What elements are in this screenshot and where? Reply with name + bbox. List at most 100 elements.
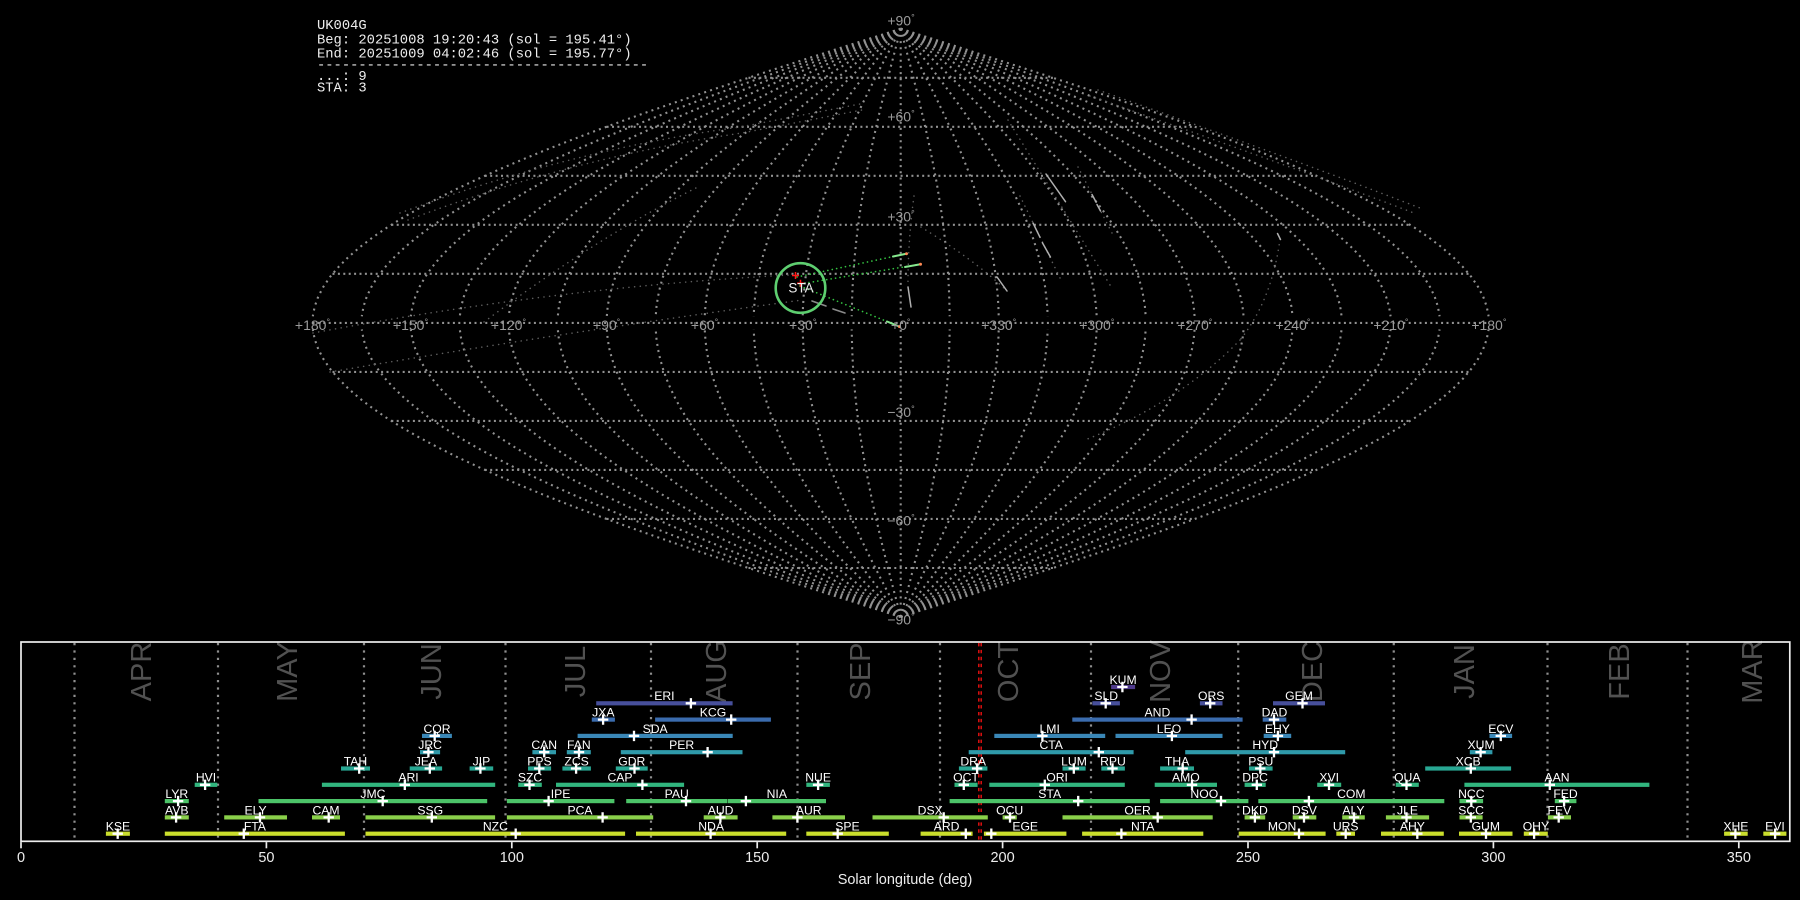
svg-text:AAN: AAN [1544, 771, 1569, 785]
svg-text:HVI: HVI [196, 771, 216, 785]
svg-text:NOO: NOO [1190, 787, 1218, 801]
svg-text:CAP: CAP [607, 771, 632, 785]
svg-text:+30°: +30° [887, 209, 915, 225]
svg-text:PER: PER [669, 738, 694, 752]
svg-text:FTA: FTA [244, 820, 267, 834]
svg-text:−60°: −60° [887, 513, 915, 529]
svg-text:+60°: +60° [691, 317, 719, 333]
svg-text:OER: OER [1124, 803, 1151, 817]
svg-text:SEP: SEP [845, 642, 877, 700]
svg-text:Beg: 20251008 19:20:43 (sol =: Beg: 20251008 19:20:43 (sol = 195.41°) [317, 32, 632, 48]
svg-text:DSV: DSV [1292, 803, 1318, 817]
svg-text:0: 0 [17, 850, 25, 866]
svg-text:FEV: FEV [1548, 803, 1573, 817]
svg-text:−90°: −90° [887, 612, 915, 628]
svg-text:SCC: SCC [1458, 803, 1484, 817]
svg-text:+270°: +270° [1177, 317, 1213, 333]
svg-text:ERI: ERI [654, 689, 674, 703]
svg-text:NUE: NUE [805, 771, 831, 785]
svg-text:MAY: MAY [272, 641, 304, 702]
svg-text:PCA: PCA [567, 803, 593, 817]
svg-text:JXA: JXA [592, 706, 615, 720]
svg-text:+120°: +120° [491, 317, 527, 333]
svg-text:EVI: EVI [1765, 820, 1785, 834]
svg-text:XCB: XCB [1456, 754, 1481, 768]
svg-text:SSG: SSG [417, 803, 443, 817]
svg-text:DRA: DRA [960, 754, 987, 768]
svg-text:ARI: ARI [398, 771, 418, 785]
svg-text:JUL: JUL [560, 646, 592, 698]
svg-text:DSX: DSX [918, 803, 943, 817]
svg-text:TAH: TAH [344, 754, 367, 768]
svg-text:JIP: JIP [473, 754, 491, 768]
svg-text:+210°: +210° [1373, 317, 1409, 333]
svg-text:+180°: +180° [1471, 317, 1507, 333]
svg-text:URS: URS [1333, 820, 1359, 834]
svg-text:MON: MON [1268, 820, 1296, 834]
svg-text:AMO: AMO [1172, 771, 1200, 785]
svg-text:XUM: XUM [1468, 738, 1495, 752]
svg-text:NDA: NDA [698, 820, 725, 834]
svg-text:ORS: ORS [1198, 689, 1224, 703]
svg-text:DKD: DKD [1242, 803, 1268, 817]
svg-text:FEB: FEB [1604, 643, 1636, 699]
svg-text:LYR: LYR [165, 787, 188, 801]
svg-text:STA: STA [788, 281, 813, 296]
svg-text:PAU: PAU [665, 787, 689, 801]
svg-text:300: 300 [1481, 850, 1505, 866]
svg-text:NTA: NTA [1131, 820, 1155, 834]
svg-text:+330°: +330° [981, 317, 1017, 333]
svg-text:SLD: SLD [1094, 689, 1118, 703]
svg-text:THA: THA [1165, 754, 1190, 768]
svg-text:JLE: JLE [1397, 803, 1418, 817]
svg-text:+300°: +300° [1079, 317, 1115, 333]
svg-text:350: 350 [1727, 850, 1751, 866]
svg-text:+150°: +150° [393, 317, 429, 333]
svg-text:XVI: XVI [1319, 771, 1339, 785]
svg-text:ELY: ELY [245, 803, 267, 817]
svg-text:SDA: SDA [643, 722, 669, 736]
svg-text:ZCS: ZCS [564, 754, 588, 768]
svg-text:COM: COM [1337, 787, 1365, 801]
svg-text:AUD: AUD [708, 803, 734, 817]
svg-text:AND: AND [1145, 706, 1171, 720]
svg-text:KSE: KSE [106, 820, 130, 834]
svg-text:RPU: RPU [1100, 754, 1126, 768]
svg-text:100: 100 [500, 850, 524, 866]
svg-text:QUA: QUA [1394, 771, 1421, 785]
svg-text:+90°: +90° [887, 13, 915, 29]
svg-text:LUM: LUM [1061, 754, 1087, 768]
svg-text:CQR: CQR [423, 722, 450, 736]
svg-text:+60°: +60° [887, 109, 915, 125]
svg-text:UK004G: UK004G [317, 19, 367, 34]
svg-text:NIA: NIA [767, 787, 788, 801]
svg-text:NZC: NZC [483, 820, 508, 834]
svg-text:OCU: OCU [996, 803, 1023, 817]
svg-text:SZC: SZC [518, 771, 543, 785]
svg-text:DPC: DPC [1242, 771, 1268, 785]
svg-text:APR: APR [126, 642, 158, 702]
svg-text:NCC: NCC [1458, 787, 1485, 801]
svg-text:NOV: NOV [1145, 639, 1177, 703]
svg-text:AUR: AUR [796, 803, 822, 817]
svg-text:OCT: OCT [953, 771, 979, 785]
svg-text:AHY: AHY [1400, 820, 1425, 834]
svg-text:LMI: LMI [1040, 722, 1060, 736]
svg-text:GEM: GEM [1285, 689, 1313, 703]
svg-text:ECV: ECV [1488, 722, 1514, 736]
svg-text:XHE: XHE [1723, 820, 1748, 834]
svg-text:JMC: JMC [360, 787, 385, 801]
svg-text:CTA: CTA [1039, 738, 1063, 752]
svg-text:STA: STA [1038, 787, 1062, 801]
svg-text:250: 250 [1236, 850, 1260, 866]
svg-text:OCT: OCT [993, 641, 1025, 703]
svg-text:50: 50 [258, 850, 274, 866]
svg-text:HYD: HYD [1252, 738, 1278, 752]
svg-text:IPE: IPE [551, 787, 571, 801]
svg-text:DAD: DAD [1262, 706, 1288, 720]
svg-text:FAN: FAN [567, 738, 591, 752]
svg-text:JAN: JAN [1449, 644, 1481, 699]
svg-text:JEA: JEA [415, 754, 438, 768]
svg-text:PPS: PPS [527, 754, 551, 768]
svg-text:MAR: MAR [1737, 639, 1769, 703]
